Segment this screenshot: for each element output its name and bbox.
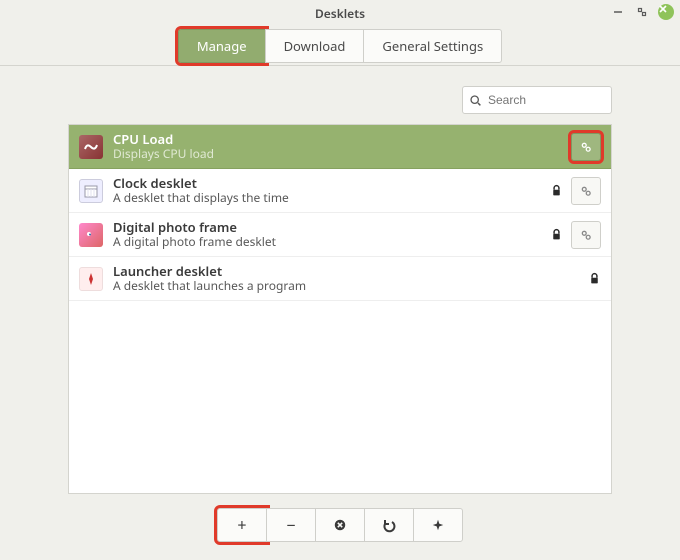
settings-button[interactable] (571, 133, 601, 161)
list-item-desc: A digital photo frame desklet (113, 235, 540, 249)
minimize-button[interactable] (610, 4, 626, 20)
list-item[interactable]: CPU Load Displays CPU load (69, 125, 611, 169)
add-button[interactable]: + (217, 508, 267, 542)
search-icon (469, 94, 482, 107)
undo-icon (381, 517, 397, 533)
photo-icon (79, 223, 103, 247)
search-box[interactable] (462, 86, 612, 114)
list-item-text: CPU Load Displays CPU load (113, 132, 561, 162)
maximize-button[interactable] (634, 4, 650, 20)
undo-button[interactable] (364, 508, 414, 542)
toolbar-group: + − (217, 508, 463, 542)
list-item-text: Clock desklet A desklet that displays th… (113, 176, 540, 206)
extension-button[interactable] (413, 508, 463, 542)
sparkle-icon (431, 518, 445, 532)
list-item[interactable]: Digital photo frame A digital photo fram… (69, 213, 611, 257)
delete-icon (333, 518, 347, 532)
minus-icon: − (286, 514, 295, 536)
list-item-text: Launcher desklet A desklet that launches… (113, 264, 578, 294)
tab-group: Manage Download General Settings (178, 29, 502, 63)
list-item-actions (588, 272, 601, 285)
gear-icon (579, 228, 593, 242)
settings-button[interactable] (571, 177, 601, 205)
cpu-icon (79, 135, 103, 159)
search-row (68, 86, 612, 114)
list-item-desc: A desklet that launches a program (113, 279, 578, 293)
list-item-actions (571, 133, 601, 161)
list-item-actions (550, 177, 601, 205)
launcher-icon (79, 267, 103, 291)
tabbar: Manage Download General Settings (0, 26, 680, 66)
tab-general-settings[interactable]: General Settings (363, 29, 502, 63)
close-button[interactable] (658, 4, 674, 20)
list-item-desc: Displays CPU load (113, 147, 561, 161)
list-item-desc: A desklet that displays the time (113, 191, 540, 205)
settings-button[interactable] (571, 221, 601, 249)
list-item-text: Digital photo frame A digital photo fram… (113, 220, 540, 250)
lock-icon (550, 228, 563, 241)
delete-button[interactable] (315, 508, 365, 542)
list-item-actions (550, 221, 601, 249)
desklet-list[interactable]: CPU Load Displays CPU load Clock desk (68, 124, 612, 494)
titlebar: Desklets (0, 0, 680, 26)
tab-manage[interactable]: Manage (178, 29, 266, 63)
window-controls (610, 4, 674, 20)
tab-download[interactable]: Download (265, 29, 365, 63)
lock-icon (588, 272, 601, 285)
lock-icon (550, 184, 563, 197)
bottom-toolbar: + − (0, 508, 680, 542)
search-input[interactable] (486, 92, 605, 108)
list-item[interactable]: Launcher desklet A desklet that launches… (69, 257, 611, 301)
gear-icon (579, 140, 593, 154)
list-item[interactable]: Clock desklet A desklet that displays th… (69, 169, 611, 213)
plus-icon: + (237, 514, 246, 536)
window-title: Desklets (315, 5, 365, 22)
content-area: CPU Load Displays CPU load Clock desk (0, 66, 680, 494)
calendar-icon (79, 179, 103, 203)
remove-button[interactable]: − (266, 508, 316, 542)
gear-icon (579, 184, 593, 198)
desklets-window: Desklets Manage Download General Setting… (0, 0, 680, 560)
